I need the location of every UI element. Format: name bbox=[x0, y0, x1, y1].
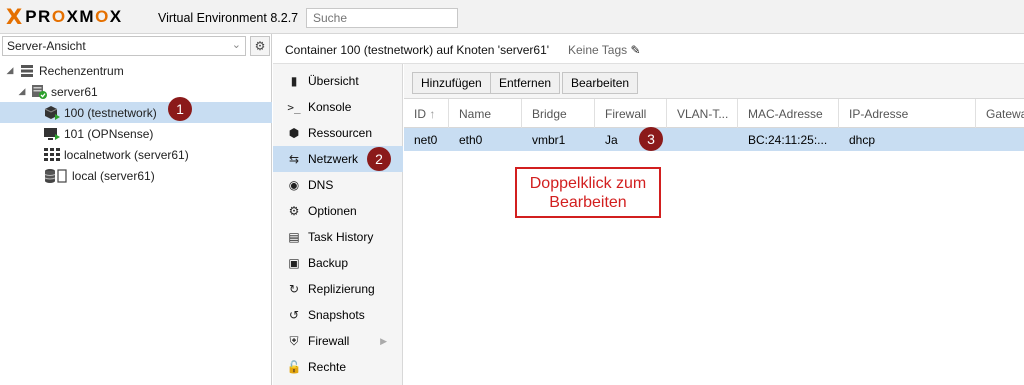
tree-node-label: server61 bbox=[51, 84, 98, 99]
tree-node-server61[interactable]: ◢ server61 bbox=[0, 81, 272, 102]
nav-item-ressourcen[interactable]: ⬢ Ressourcen bbox=[273, 120, 403, 146]
grid-header: ID ↑ Name Bridge Firewall VLAN-T... MAC-… bbox=[404, 99, 1024, 128]
edit-button[interactable]: Bearbeiten bbox=[562, 72, 639, 94]
content-header: Container 100 (testnetwork) auf Knoten '… bbox=[273, 34, 1024, 64]
column-header-gateway[interactable]: Gatewa bbox=[976, 99, 1024, 128]
chevron-down-icon: ⌄ bbox=[231, 39, 241, 51]
annotation-note-line2: Bearbeiten bbox=[549, 194, 627, 211]
sort-asc-icon: ↑ bbox=[429, 107, 436, 121]
datacenter-icon bbox=[19, 64, 35, 78]
nav-item-task-history[interactable]: ▤ Task History bbox=[273, 224, 403, 250]
column-header-firewall[interactable]: Firewall bbox=[595, 99, 667, 128]
container-nav-menu: ▮ Übersicht >_ Konsole ⬢ Ressourcen ⇆ Netzwe… bbox=[273, 64, 403, 385]
nav-item-snapshots[interactable]: ↺ Snapshots bbox=[273, 302, 403, 328]
cell-id: net0 bbox=[414, 133, 438, 147]
tree-node-local-storage[interactable]: local (server61) bbox=[0, 165, 272, 186]
history-icon: ↺ bbox=[288, 308, 300, 322]
cell-bridge: vmbr1 bbox=[532, 133, 566, 147]
logo-wordmark: PROXMOX bbox=[25, 7, 123, 26]
tree-node-label: Rechenzentrum bbox=[39, 63, 124, 78]
tags-label: Keine Tags bbox=[568, 43, 628, 57]
logo-x-icon: X bbox=[6, 5, 23, 29]
tags-editor[interactable]: Keine Tags ✎ bbox=[568, 43, 641, 57]
book-icon: ▮ bbox=[290, 74, 298, 88]
globe-icon: ◉ bbox=[288, 178, 300, 192]
nav-item-firewall[interactable]: ⛨ Firewall ▶ bbox=[273, 328, 403, 354]
annotation-badge-3: 3 bbox=[639, 127, 663, 151]
annotation-note: Doppelklick zum Bearbeiten bbox=[515, 167, 661, 218]
nav-item-dns[interactable]: ◉ DNS bbox=[273, 172, 403, 198]
resource-tree-panel: Server-Ansicht ⌄ ⚙ ◢ Rechenzentrum ◢ ser… bbox=[0, 34, 272, 385]
nav-item-backup[interactable]: ▣ Backup bbox=[273, 250, 403, 276]
container-running-icon bbox=[44, 105, 60, 120]
unlock-icon: 🔓 bbox=[286, 360, 302, 374]
cell-ip-address: dhcp bbox=[849, 133, 876, 147]
gear-icon: ⚙ bbox=[288, 204, 300, 218]
column-header-bridge[interactable]: Bridge bbox=[522, 99, 595, 128]
submenu-arrow-icon: ▶ bbox=[380, 335, 387, 346]
tree-node-datacenter[interactable]: ◢ Rechenzentrum bbox=[0, 60, 272, 81]
exchange-icon: ⇆ bbox=[288, 152, 300, 166]
cell-mac-address: BC:24:11:25:... bbox=[748, 133, 828, 147]
tree-node-label: 100 (testnetwork) bbox=[64, 105, 157, 120]
collapse-toggle-icon[interactable]: ◢ bbox=[16, 86, 28, 97]
collapse-toggle-icon[interactable]: ◢ bbox=[4, 65, 16, 76]
cell-vlan-tag bbox=[667, 128, 738, 151]
network-grid: ID ↑ Name Bridge Firewall VLAN-T... MAC-… bbox=[404, 99, 1024, 385]
view-select[interactable]: Server-Ansicht ⌄ bbox=[2, 36, 246, 56]
search-input[interactable] bbox=[306, 8, 458, 28]
column-header-mac-address[interactable]: MAC-Adresse bbox=[738, 99, 839, 128]
column-header-ip-address[interactable]: IP-Adresse bbox=[839, 99, 976, 128]
tree-node-vm-101[interactable]: 101 (OPNsense) bbox=[0, 123, 272, 144]
nav-item-rechte[interactable]: 🔓 Rechte bbox=[273, 354, 403, 380]
remove-button[interactable]: Entfernen bbox=[490, 72, 561, 94]
column-header-id[interactable]: ID ↑ bbox=[404, 99, 449, 128]
column-header-name[interactable]: Name bbox=[449, 99, 522, 128]
view-select-value: Server-Ansicht bbox=[7, 39, 86, 53]
tree-node-label: 101 (OPNsense) bbox=[64, 126, 154, 141]
terminal-icon: >_ bbox=[287, 100, 301, 114]
tree-node-localnetwork[interactable]: localnetwork (server61) bbox=[0, 144, 272, 165]
cube-icon: ⬢ bbox=[288, 126, 300, 140]
proxmox-logo[interactable]: X PROXMOX bbox=[6, 5, 123, 29]
cell-gateway bbox=[976, 128, 1024, 151]
gear-icon: ⚙ bbox=[254, 39, 266, 53]
vm-running-icon bbox=[44, 127, 60, 141]
server-online-icon bbox=[31, 84, 47, 99]
tree-node-label: localnetwork (server61) bbox=[64, 147, 189, 162]
sdn-zone-icon bbox=[44, 148, 60, 162]
add-button[interactable]: Hinzufügen bbox=[412, 72, 491, 94]
annotation-badge-2: 2 bbox=[367, 147, 391, 171]
annotation-badge-1: 1 bbox=[168, 97, 192, 121]
cell-name: eth0 bbox=[459, 133, 483, 147]
nav-item-replizierung[interactable]: ↻ Replizierung bbox=[273, 276, 403, 302]
nav-item-uebersicht[interactable]: ▮ Übersicht bbox=[273, 68, 403, 94]
tree-settings-button[interactable]: ⚙ bbox=[250, 36, 270, 56]
annotation-note-line1: Doppelklick zum bbox=[529, 175, 647, 192]
column-header-vlan-tag[interactable]: VLAN-T... bbox=[667, 99, 738, 128]
top-bar: X PROXMOX Virtual Environment 8.2.7 bbox=[0, 0, 1024, 34]
network-toolbar: Hinzufügen Entfernen Bearbeiten bbox=[404, 64, 1024, 99]
nav-item-optionen[interactable]: ⚙ Optionen bbox=[273, 198, 403, 224]
product-version: Virtual Environment 8.2.7 bbox=[158, 11, 299, 25]
pencil-icon[interactable]: ✎ bbox=[631, 43, 641, 57]
tree-node-label: local (server61) bbox=[72, 168, 155, 183]
storage-icon bbox=[44, 168, 68, 183]
shield-icon: ⛨ bbox=[289, 333, 299, 348]
nav-item-konsole[interactable]: >_ Konsole bbox=[273, 94, 403, 120]
table-row[interactable]: net0 eth0 vmbr1 Ja BC:24:11:25:... dhcp bbox=[404, 128, 1024, 151]
list-icon: ▤ bbox=[288, 230, 300, 244]
retweet-icon: ↻ bbox=[288, 282, 300, 296]
page-title: Container 100 (testnetwork) auf Knoten '… bbox=[285, 43, 550, 57]
tree-node-container-100[interactable]: 100 (testnetwork) bbox=[0, 102, 272, 123]
floppy-icon: ▣ bbox=[288, 256, 300, 270]
